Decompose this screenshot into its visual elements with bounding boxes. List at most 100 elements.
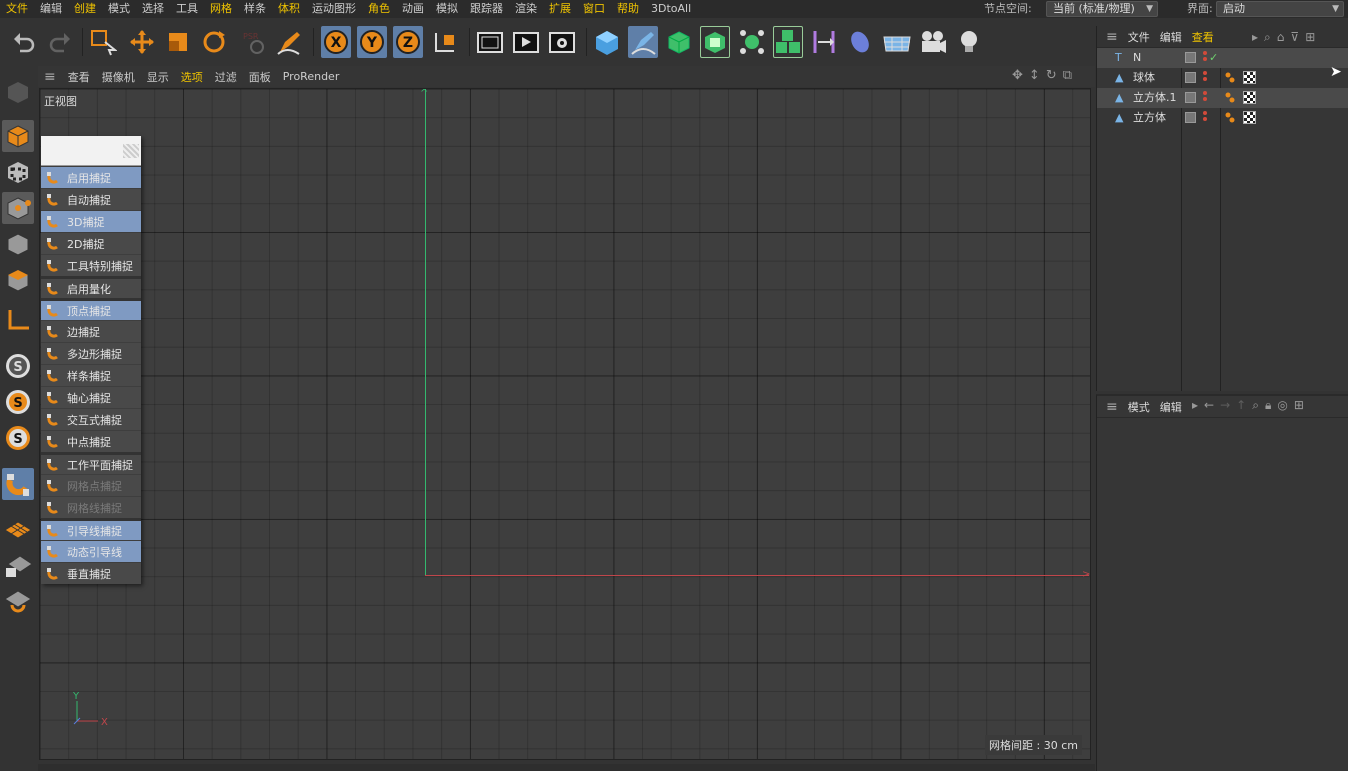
viewport-menu-item[interactable]: 过滤 xyxy=(209,69,243,85)
snap-menu-item[interactable]: 工具特别捕捉 xyxy=(41,254,141,276)
snap-menu-item[interactable]: 样条捕捉 xyxy=(41,364,141,386)
menu-item[interactable]: 帮助 xyxy=(611,0,645,18)
planar-workplane-icon[interactable] xyxy=(2,586,34,618)
object-row[interactable]: TN✓ xyxy=(1097,48,1348,68)
lock-icon[interactable]: 🔒︎ xyxy=(1265,398,1271,413)
make-editable-icon[interactable] xyxy=(2,76,34,108)
snap-menu-item[interactable]: 轴心捕捉 xyxy=(41,386,141,408)
filter-icon[interactable]: ⊽ xyxy=(1290,30,1299,45)
om-menu-item[interactable]: 文件 xyxy=(1123,29,1155,45)
object-row[interactable]: ▲球体 xyxy=(1097,68,1348,88)
viewport-menu-item[interactable]: 选项 xyxy=(175,69,209,85)
home-icon[interactable]: ⌂ xyxy=(1277,30,1285,45)
layer-icon[interactable] xyxy=(1185,52,1196,63)
menu-item[interactable]: 模拟 xyxy=(430,0,464,18)
object-name[interactable]: 立方体 xyxy=(1133,108,1166,128)
snap-menu-item[interactable]: 垂直捕捉 xyxy=(41,562,141,584)
workplane-icon[interactable] xyxy=(2,514,34,546)
menu-item[interactable]: 渲染 xyxy=(509,0,543,18)
menu-item[interactable]: 跟踪器 xyxy=(464,0,509,18)
point-mode-icon[interactable] xyxy=(2,192,34,224)
grip-icon[interactable] xyxy=(123,144,139,158)
front-viewport[interactable]: 正视图 ^ > Y X 网格间距 : 30 cm xyxy=(39,88,1091,760)
menu-item[interactable]: 文件 xyxy=(0,0,34,18)
snap-menu-item[interactable]: 启用捕捉 xyxy=(41,166,141,188)
x-axis-lock-icon[interactable]: X xyxy=(321,26,351,58)
viewport-menu-item[interactable]: ProRender xyxy=(277,70,346,83)
cube-icon[interactable] xyxy=(592,26,622,58)
enabled-check-icon[interactable]: ✓ xyxy=(1209,48,1218,68)
checker-texture-icon[interactable] xyxy=(1243,71,1256,84)
om-menu-item[interactable]: 查看 xyxy=(1187,29,1219,45)
object-name[interactable]: 立方体.1 xyxy=(1133,88,1177,108)
menu-item[interactable]: 角色 xyxy=(362,0,396,18)
model-mode-icon[interactable] xyxy=(2,120,34,152)
menu-item[interactable]: 样条 xyxy=(238,0,272,18)
subdivision-icon[interactable] xyxy=(664,26,694,58)
visibility-dots-icon[interactable] xyxy=(1203,111,1207,124)
material-tag-icon[interactable] xyxy=(1225,71,1235,81)
snap-menu-item[interactable]: 3D捕捉 xyxy=(41,210,141,232)
menu-item[interactable]: 编辑 xyxy=(34,0,68,18)
back-arrow-icon[interactable]: ← xyxy=(1204,398,1214,413)
menu-item[interactable]: 动画 xyxy=(396,0,430,18)
menu-item[interactable]: 运动图形 xyxy=(306,0,362,18)
rotate-icon[interactable] xyxy=(199,26,229,58)
hamburger-icon[interactable]: ≡ xyxy=(1101,29,1123,45)
menu-item[interactable]: 体积 xyxy=(272,0,306,18)
edge-mode-icon[interactable] xyxy=(2,228,34,260)
target-icon[interactable]: ◎ xyxy=(1277,398,1287,413)
menu-item[interactable]: 工具 xyxy=(170,0,204,18)
attr-menu-item[interactable]: 模式 xyxy=(1123,399,1155,415)
solo-hierarchy-icon[interactable]: S xyxy=(2,422,34,454)
pen-tool-icon[interactable] xyxy=(274,26,304,58)
environment-icon[interactable] xyxy=(845,26,875,58)
visibility-dots-icon[interactable] xyxy=(1203,91,1207,104)
snap-menu-item[interactable]: 交互式捕捉 xyxy=(41,408,141,430)
checker-texture-icon[interactable] xyxy=(1243,111,1256,124)
scale-icon[interactable] xyxy=(163,26,193,58)
menu-item[interactable]: 窗口 xyxy=(577,0,611,18)
y-axis-lock-icon[interactable]: Y xyxy=(357,26,387,58)
light-icon[interactable] xyxy=(954,26,984,58)
material-tag-icon[interactable] xyxy=(1225,91,1235,101)
pan-icon[interactable]: ✥ xyxy=(1012,68,1023,86)
viewport-menu-item[interactable]: 查看 xyxy=(62,69,96,85)
recent-tool-icon[interactable]: PSR xyxy=(237,26,267,58)
texture-mode-icon[interactable] xyxy=(2,156,34,188)
solo-single-icon[interactable]: S xyxy=(2,386,34,418)
viewport-menu-item[interactable]: 显示 xyxy=(141,69,175,85)
layer-icon[interactable] xyxy=(1185,112,1196,123)
bend-deformer-icon[interactable] xyxy=(809,26,839,58)
up-arrow-icon[interactable]: ↑ xyxy=(1236,398,1246,413)
layer-icon[interactable] xyxy=(1185,72,1196,83)
snap-icon[interactable] xyxy=(2,468,34,500)
visibility-dots-icon[interactable] xyxy=(1203,51,1207,64)
mograph-icon[interactable] xyxy=(773,26,803,58)
menu-item[interactable]: 扩展 xyxy=(543,0,577,18)
snap-search-field[interactable] xyxy=(41,136,141,166)
snap-menu-item[interactable]: 中点捕捉 xyxy=(41,430,141,452)
polygon-mode-icon[interactable] xyxy=(2,264,34,296)
solo-off-icon[interactable]: S xyxy=(2,350,34,382)
menu-item[interactable]: 模式 xyxy=(102,0,136,18)
viewport-menu-item[interactable]: 摄像机 xyxy=(96,69,141,85)
search-icon[interactable]: ⌕ xyxy=(1264,30,1271,45)
forward-arrow-icon[interactable]: → xyxy=(1220,398,1230,413)
coordinate-system-icon[interactable] xyxy=(430,26,460,58)
redo-icon[interactable] xyxy=(45,26,75,58)
hamburger-icon[interactable]: ≡ xyxy=(38,69,62,85)
snap-menu-item[interactable]: 引导线捕捉 xyxy=(41,518,141,540)
undo-icon[interactable] xyxy=(9,26,39,58)
material-tag-icon[interactable] xyxy=(1225,111,1235,121)
snap-menu-item[interactable]: 工作平面捕捉 xyxy=(41,452,141,474)
checker-texture-icon[interactable] xyxy=(1243,91,1256,104)
dolly-icon[interactable]: ↕ xyxy=(1029,68,1040,86)
live-selection-icon[interactable] xyxy=(88,26,118,58)
new-window-icon[interactable]: ⊞ xyxy=(1294,398,1304,413)
layer-icon[interactable] xyxy=(1185,92,1196,103)
camera-icon[interactable] xyxy=(918,26,948,58)
render-settings-icon[interactable] xyxy=(547,26,577,58)
menu-item[interactable]: 创建 xyxy=(68,0,102,18)
search-icon[interactable]: ⌕ xyxy=(1252,398,1259,413)
